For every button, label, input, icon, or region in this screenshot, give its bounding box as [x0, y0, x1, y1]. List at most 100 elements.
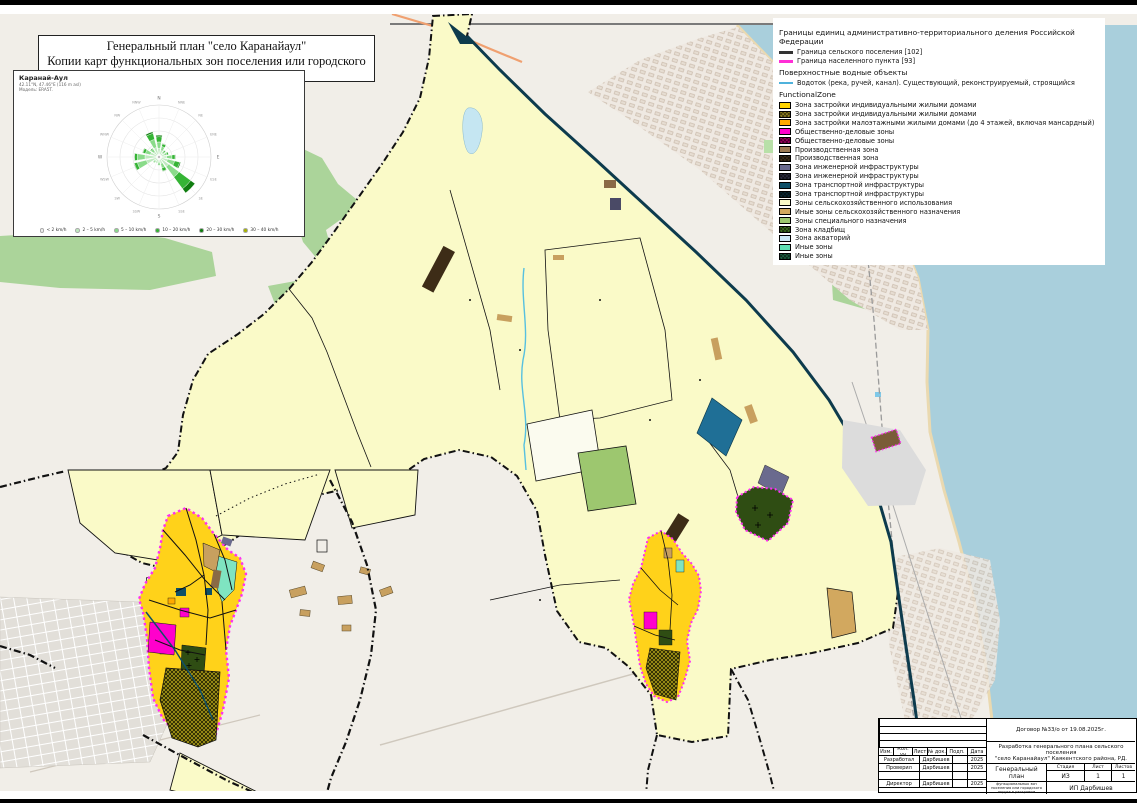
stamp-role-3: Директор	[879, 779, 919, 787]
legend-zone-item-14-swatch	[779, 226, 791, 233]
stamp-sheet-value: 1	[1084, 770, 1111, 781]
legend-zone-item-3: Общественно-деловые зоны	[779, 127, 1105, 136]
legend-zone-item-17: Иные зоны	[779, 252, 1105, 261]
windrose-legend-dot	[155, 228, 160, 233]
stamp-stage-value: ИЗ	[1046, 770, 1084, 781]
legend-zone-item-5: Производственная зона	[779, 145, 1105, 154]
genplan-sheet: { "title_box": { "line1": "Генеральный п…	[0, 0, 1137, 807]
legend-zone-item-1-swatch	[779, 111, 791, 118]
legend-zone-item-5-label: Производственная зона	[795, 146, 878, 154]
stamp-date-0: 2025	[967, 755, 986, 763]
stamp-doc-title: Генеральный план	[986, 763, 1046, 781]
legend-zone-item-12: Иные зоны сельскохозяйственного назначен…	[779, 207, 1105, 216]
windrose-legend-label: 20 – 30 km/h	[206, 228, 234, 233]
windrose-panel: Каранай-Аул 42.11°N, 47.46°E (116 m asl)…	[13, 70, 305, 237]
legend-zone-item-5-swatch	[779, 146, 791, 153]
stamp-col-list: Лист	[912, 747, 927, 755]
legend-zone-item-13-swatch	[779, 217, 791, 224]
windrose-legend-item-4: 20 – 30 km/h	[199, 228, 234, 233]
stamp-name-3: Дарбишев	[919, 779, 952, 787]
windrose-dir-NW: NW	[114, 113, 121, 117]
legend-zone-item-15-label: Зона акваторий	[795, 234, 850, 242]
windrose-dir-ENE: ENE	[210, 132, 217, 136]
legend-zone-item-14: Зона кладбищ	[779, 225, 1105, 234]
stamp-subtitle: Копии карт функциональных зон поселения …	[986, 781, 1046, 794]
windrose-legend-label: 2 – 5 km/h	[82, 228, 105, 233]
legend-section-zones: FunctionalZone	[779, 90, 1105, 99]
legend-zone-item-2-label: Зона застройки малоэтажными жилыми домам…	[795, 119, 1094, 127]
legend-zone-item-8-label: Зона инженерной инфраструктуры	[795, 172, 919, 180]
legend-zone-item-0: Зона застройки индивидуальными жилыми до…	[779, 101, 1105, 110]
windrose-legend-item-3: 10 – 20 km/h	[155, 228, 190, 233]
legend-zone-item-12-swatch	[779, 208, 791, 215]
windrose-dir-E: E	[217, 155, 220, 161]
legend-section-boundaries: Границы единиц административно-территори…	[779, 28, 1105, 46]
legend-zone-item-0-swatch	[779, 102, 791, 109]
legend-zone-item-1-label: Зона застройки индивидуальными жилыми до…	[795, 110, 977, 118]
windrose-dir-SSE: SSE	[178, 210, 184, 214]
windrose-dir-W: W	[98, 155, 103, 161]
legend-zone-item-7-label: Зона инженерной инфраструктуры	[795, 163, 919, 171]
legend-zone-item-11-label: Зоны сельскохозяйственного использования	[795, 199, 952, 207]
legend-zone-item-7: Зона инженерной инфраструктуры	[779, 163, 1105, 172]
windrose-dir-SSW: SSW	[133, 210, 141, 214]
stamp-col-podp: Подп.	[946, 747, 967, 755]
legend-zone-item-16-swatch	[779, 244, 791, 251]
map-title-line1: Генеральный план "село Каранайаул"	[39, 39, 374, 54]
windrose-legend-dot	[40, 228, 45, 233]
windrose-legend-item-0: < 2 km/h	[40, 228, 67, 233]
legend-zone-item-3-label: Общественно-деловые зоны	[795, 128, 894, 136]
legend-zone-item-16: Иные зоны	[779, 243, 1105, 252]
stamp-name-1: Дарбишев	[919, 763, 952, 771]
legend-boundary-item-1: Граница населенного пункта [93]	[779, 57, 1105, 66]
stamp-sheets-label: Листов	[1111, 763, 1135, 770]
legend-zone-item-11: Зоны сельскохозяйственного использования	[779, 198, 1105, 207]
windrose-legend-dot	[75, 228, 80, 233]
stamp-date-1: 2025	[967, 763, 986, 771]
windrose-petal	[158, 162, 160, 164]
legend-zone-item-12-label: Иные зоны сельскохозяйственного назначен…	[795, 208, 960, 216]
legend-section-water: Поверхностные водные объекты	[779, 68, 1105, 77]
stamp-name-0: Дарбишев	[919, 755, 952, 763]
legend-zone-item-4-label: Общественно-деловые зоны	[795, 137, 894, 145]
stamp-col-koluch: Кол. уч	[893, 747, 912, 755]
legend-boundary-list: Граница сельского поселения [102]Граница…	[779, 48, 1105, 66]
legend-zone-item-15-swatch	[779, 235, 791, 242]
stamp-col-data: Дата	[967, 747, 986, 755]
windrose-dir-NNE: NNE	[178, 100, 185, 104]
windrose-dir-SW: SW	[115, 197, 121, 201]
legend-zone-item-10: Зона транспортной инфраструктуры	[779, 190, 1105, 199]
windrose-petal	[175, 155, 176, 160]
legend-zone-item-11-swatch	[779, 199, 791, 206]
title-block-stamp: Изм. Кол. уч Лист № док. Подп. Дата Разр…	[878, 718, 1137, 793]
windrose-legend-label: 5 – 10 km/h	[121, 228, 146, 233]
legend-zone-item-17-label: Иные зоны	[795, 252, 833, 260]
windrose-legend-item-2: 5 – 10 km/h	[114, 228, 146, 233]
stamp-col-ndok: № док.	[927, 747, 946, 755]
windrose-dir-WSW: WSW	[100, 178, 110, 182]
windrose-legend-dot	[243, 228, 248, 233]
windrose-legend-label: < 2 km/h	[47, 228, 67, 233]
windrose-dir-N: N	[157, 96, 160, 102]
legend-zone-item-1: Зона застройки индивидуальными жилыми до…	[779, 110, 1105, 119]
windrose-dir-WNW: WNW	[100, 132, 110, 136]
legend-zone-item-4: Общественно-деловые зоны	[779, 136, 1105, 145]
windrose-dir-ESE: ESE	[210, 178, 216, 182]
stamp-stage-label: Стадия	[1046, 763, 1084, 770]
windrose-dir-SE: SE	[199, 197, 203, 201]
stamp-date-3: 2025	[967, 779, 986, 787]
legend-zone-item-10-label: Зона транспортной инфраструктуры	[795, 190, 924, 198]
map-legend-panel: Границы единиц административно-территори…	[773, 18, 1105, 265]
legend-zone-item-10-swatch	[779, 191, 791, 198]
windrose-legend-item-5: 30 – 40 km/h	[243, 228, 278, 233]
legend-zone-item-17-swatch	[779, 253, 791, 260]
windrose-petal	[135, 153, 138, 160]
legend-water-item-0-swatch	[779, 82, 793, 84]
legend-zone-list: Зона застройки индивидуальными жилыми до…	[779, 101, 1105, 261]
windrose-legend-item-1: 2 – 5 km/h	[75, 228, 105, 233]
legend-zone-item-13-label: Зоны специального назначения	[795, 217, 906, 225]
legend-zone-item-6: Производственная зона	[779, 154, 1105, 163]
legend-zone-item-4-swatch	[779, 137, 791, 144]
legend-zone-item-13: Зоны специального назначения	[779, 216, 1105, 225]
windrose-legend-dot	[199, 228, 204, 233]
